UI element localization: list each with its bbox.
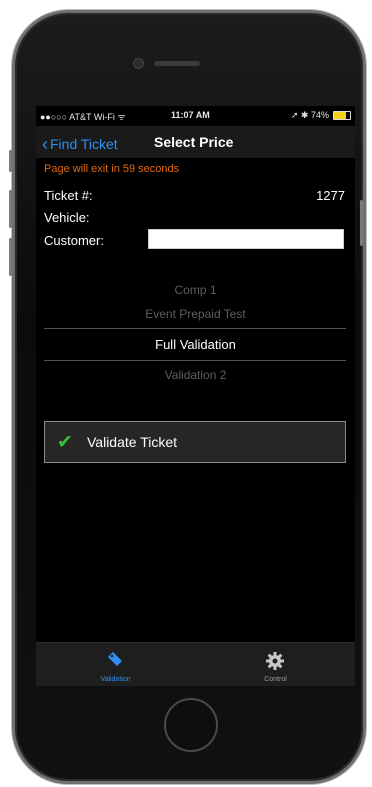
picker-option-validation-2[interactable]: Validation 2 bbox=[36, 368, 355, 382]
vehicle-label: Vehicle: bbox=[44, 210, 90, 225]
navigation-bar: ‹ Find Ticket Select Price bbox=[36, 126, 355, 158]
volume-up-button bbox=[9, 190, 12, 228]
battery-icon bbox=[333, 111, 351, 120]
tab-control-label: Control bbox=[264, 676, 287, 683]
carrier-signal: ●●○○○ AT&T Wi-Fi ᯤ bbox=[40, 112, 126, 122]
front-camera bbox=[133, 58, 144, 69]
back-label: Find Ticket bbox=[50, 136, 118, 152]
ticket-label: Ticket #: bbox=[44, 188, 93, 203]
picker-option-comp-1[interactable]: Comp 1 bbox=[36, 283, 355, 297]
tab-control[interactable]: Control bbox=[196, 643, 355, 686]
tab-validation-label: Validation bbox=[100, 676, 131, 683]
validate-ticket-label: Validate Ticket bbox=[87, 434, 178, 450]
status-time: 11:07 AM bbox=[171, 110, 210, 120]
volume-down-button bbox=[9, 238, 12, 276]
mute-switch bbox=[9, 150, 12, 172]
ticket-number: 1277 bbox=[316, 188, 345, 203]
tag-icon bbox=[108, 652, 122, 666]
phone-screen: ●●○○○ AT&T Wi-Fi ᯤ 11:07 AM ➚ ✱ 74% ‹ Fin… bbox=[36, 106, 355, 686]
tab-bar: Validation Control bbox=[36, 642, 355, 686]
picker-selection-top-line bbox=[44, 328, 346, 329]
battery-percent: ➚ ✱ 74% bbox=[290, 110, 329, 120]
status-bar: ●●○○○ AT&T Wi-Fi ᯤ 11:07 AM ➚ ✱ 74% bbox=[36, 106, 355, 124]
customer-label: Customer: bbox=[44, 233, 104, 248]
earpiece-speaker bbox=[154, 61, 200, 66]
exit-countdown: Page will exit in 59 seconds bbox=[44, 163, 180, 175]
gear-icon bbox=[266, 652, 284, 670]
picker-option-full-validation[interactable]: Full Validation bbox=[36, 337, 355, 352]
power-button bbox=[360, 200, 363, 246]
customer-input[interactable] bbox=[148, 229, 344, 249]
picker-option-event-prepaid-test[interactable]: Event Prepaid Test bbox=[36, 307, 355, 321]
battery-fill bbox=[334, 112, 346, 119]
home-button[interactable] bbox=[164, 698, 218, 752]
checkmark-icon: ✔ bbox=[57, 432, 73, 453]
page-title: Select Price bbox=[154, 134, 234, 150]
tab-validation[interactable]: Validation bbox=[36, 643, 195, 686]
picker-selection-bottom-line bbox=[44, 360, 346, 361]
validate-ticket-button[interactable]: ✔ Validate Ticket bbox=[44, 421, 346, 463]
back-button[interactable]: ‹ Find Ticket bbox=[42, 133, 118, 154]
chevron-left-icon: ‹ bbox=[42, 134, 48, 154]
